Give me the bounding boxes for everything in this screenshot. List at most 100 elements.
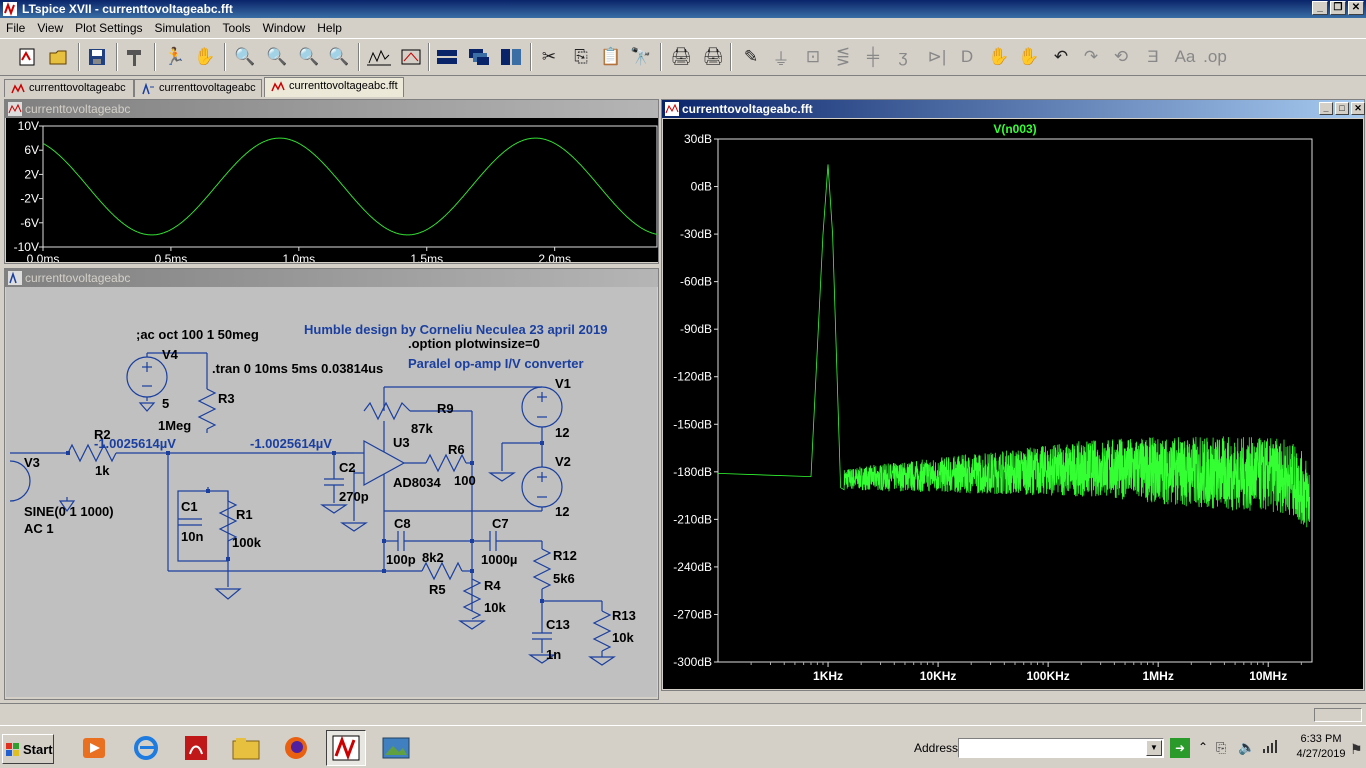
menu-help[interactable]: Help bbox=[311, 21, 348, 35]
start-button[interactable]: Start bbox=[2, 734, 54, 764]
component-icon: D bbox=[960, 47, 974, 66]
print-setup-icon[interactable]: 🖨 bbox=[668, 44, 694, 70]
move-hand-icon: ✋ bbox=[988, 47, 1010, 66]
menu-simulation[interactable]: Simulation bbox=[149, 21, 217, 35]
menu-window[interactable]: Window bbox=[257, 21, 312, 35]
cut-scissors-icon[interactable]: ✂ bbox=[536, 44, 562, 70]
waveform-icon bbox=[8, 102, 22, 116]
halt-hand-icon[interactable]: ✋ bbox=[192, 44, 218, 70]
address-go-icon[interactable]: ➜ bbox=[1170, 738, 1190, 758]
add-trace-icon[interactable] bbox=[398, 44, 424, 70]
sine-trace bbox=[42, 137, 658, 236]
value-R3: 1Meg bbox=[158, 418, 191, 433]
schematic-icon bbox=[8, 271, 22, 285]
control-panel-hammer-icon[interactable] bbox=[122, 44, 148, 70]
cascade-windows-icon[interactable] bbox=[466, 44, 492, 70]
firefox-icon[interactable] bbox=[276, 730, 316, 766]
menu-plot-settings[interactable]: Plot Settings bbox=[69, 21, 148, 35]
start-label: Start bbox=[23, 742, 53, 757]
node-voltage-right: -1.0025614µV bbox=[250, 436, 332, 451]
run-simulation-icon[interactable]: 🏃 bbox=[162, 44, 188, 70]
node-voltage-left: -1.0025614µV bbox=[94, 436, 176, 451]
tab-fft-currenttovoltageabc[interactable]: currenttovoltageabc.fft bbox=[264, 77, 404, 97]
menu-view[interactable]: View bbox=[31, 21, 69, 35]
copy-icon[interactable]: ⎘ bbox=[568, 44, 594, 70]
waveform-icon bbox=[665, 102, 679, 116]
file-explorer-icon[interactable] bbox=[226, 730, 266, 766]
internet-explorer-icon[interactable] bbox=[126, 730, 166, 766]
option-directive: .option plotwinsize=0 bbox=[408, 336, 540, 351]
label-C7: C7 bbox=[492, 516, 509, 531]
value-U3: AD8034 bbox=[393, 475, 441, 490]
tile-horizontal-icon[interactable] bbox=[434, 44, 460, 70]
pdf-reader-icon[interactable] bbox=[176, 730, 216, 766]
address-dropdown-button[interactable]: ▼ bbox=[1146, 740, 1162, 756]
fft-minimize-button[interactable]: _ bbox=[1319, 102, 1333, 115]
y-tick-label: -90dB bbox=[680, 322, 712, 336]
value-R2: 1k bbox=[95, 463, 110, 478]
value-R13: 10k bbox=[612, 630, 634, 645]
label-R13: R13 bbox=[612, 608, 636, 623]
menu-file[interactable]: File bbox=[0, 21, 31, 35]
minimize-button[interactable]: _ bbox=[1312, 1, 1328, 15]
y-tick-label: -150dB bbox=[673, 417, 712, 431]
waveform-icon bbox=[11, 83, 25, 94]
x-tick-label: 1MHz bbox=[1142, 669, 1173, 683]
menu-tools[interactable]: Tools bbox=[217, 21, 257, 35]
save-icon[interactable] bbox=[84, 44, 110, 70]
x-tick-label: 10KHz bbox=[920, 669, 957, 683]
label-V1: V1 bbox=[555, 376, 571, 391]
autorange-icon[interactable] bbox=[366, 44, 392, 70]
address-field[interactable] bbox=[958, 738, 1164, 758]
ltspice-taskbar-icon[interactable] bbox=[326, 730, 366, 766]
x-tick-label: 1.5ms bbox=[410, 252, 443, 262]
device-tray-icon[interactable]: ⎘ bbox=[1216, 740, 1226, 756]
tab-schematic-currenttovoltageabc[interactable]: currenttovoltageabc bbox=[134, 79, 262, 97]
y-tick-label: 6V bbox=[24, 143, 39, 157]
value-R12: 5k6 bbox=[553, 571, 575, 586]
x-tick-label: 0.0ms bbox=[27, 252, 60, 262]
tile-vertical-icon[interactable] bbox=[498, 44, 524, 70]
find-binoculars-icon[interactable]: 🔭 bbox=[628, 44, 654, 70]
zoom-full-icon[interactable]: 🔍 bbox=[326, 44, 352, 70]
schematic-canvas[interactable]: ;ac oct 100 1 50meg .tran 0 10ms 5ms 0.0… bbox=[6, 287, 657, 697]
open-folder-icon[interactable] bbox=[46, 44, 72, 70]
tab-waveform-currenttovoltageabc[interactable]: currenttovoltageabc bbox=[4, 79, 134, 97]
fft-plot-area[interactable]: V(n003) 30dB 0dB -30dB -60dB -90dB -120dB -150d… bbox=[663, 119, 1363, 689]
volume-icon[interactable]: 🔈 bbox=[1238, 739, 1255, 756]
clock-time: 6:33 PM bbox=[1300, 733, 1342, 745]
fft-maximize-button[interactable]: □ bbox=[1335, 102, 1349, 115]
window-title: LTspice XVII - currenttovoltageabc.fft bbox=[22, 2, 233, 16]
label-V3: V3 bbox=[24, 455, 40, 470]
transient-plot-area[interactable]: 10V 6V 2V -2V -6V -10V 0.0ms 0.5ms 1.0ms 1.5ms 2.0… bbox=[6, 118, 658, 266]
zoom-in-icon[interactable]: 🔍 bbox=[232, 44, 258, 70]
schematic-window: currenttovoltageabc ;ac oct 100 1 50meg … bbox=[4, 268, 659, 700]
fft-trace bbox=[717, 164, 1310, 528]
y-tick-label: -300dB bbox=[673, 655, 712, 669]
x-tick-label: 100KHz bbox=[1026, 669, 1069, 683]
image-viewer-icon[interactable] bbox=[376, 730, 416, 766]
new-schematic-icon[interactable] bbox=[14, 44, 40, 70]
fft-close-button[interactable]: ✕ bbox=[1351, 102, 1365, 115]
pan-icon[interactable]: 🔍 bbox=[264, 44, 290, 70]
trace-title: V(n003) bbox=[993, 122, 1036, 136]
undo-icon[interactable]: ↶ bbox=[1048, 44, 1074, 70]
y-tick-label: 2V bbox=[24, 167, 39, 181]
paste-icon[interactable]: 📋 bbox=[598, 44, 624, 70]
network-signal-icon[interactable] bbox=[1262, 738, 1278, 757]
system-clock[interactable]: 6:33 PM 4/27/2019 bbox=[1286, 732, 1356, 762]
value-C13: 1n bbox=[546, 647, 561, 662]
close-button[interactable]: ✕ bbox=[1348, 1, 1364, 15]
value-R5: 8k2 bbox=[422, 550, 444, 565]
plot-frame bbox=[717, 138, 1313, 663]
notification-flag-icon[interactable]: ⚑ bbox=[1350, 741, 1363, 758]
value-R4: 10k bbox=[484, 600, 506, 615]
show-hidden-icons-chevron[interactable]: ⌃ bbox=[1198, 740, 1208, 754]
restore-button[interactable]: ❐ bbox=[1330, 1, 1346, 15]
print-icon[interactable]: 🖨 bbox=[700, 44, 726, 70]
zoom-out-icon[interactable]: 🔍 bbox=[296, 44, 322, 70]
y-tick-label: -2V bbox=[20, 192, 39, 206]
media-player-icon[interactable] bbox=[74, 730, 114, 766]
v3-sine: SINE(0 1 1000) bbox=[24, 504, 114, 519]
y-tick-label: -120dB bbox=[673, 370, 712, 384]
